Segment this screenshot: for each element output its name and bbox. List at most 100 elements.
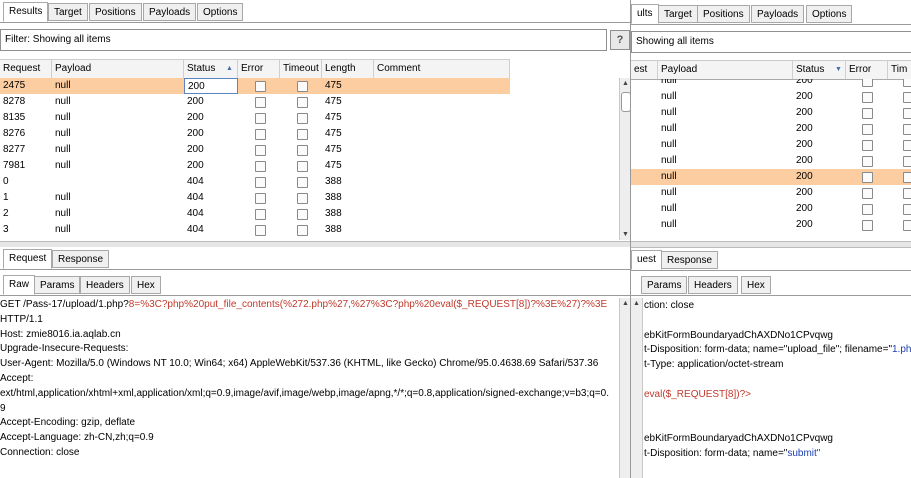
tab-payloads[interactable]: Payloads: [143, 3, 197, 21]
right-tab-params[interactable]: Params: [641, 276, 688, 294]
column-comment[interactable]: Comment: [374, 60, 510, 78]
column-status[interactable]: Status ▲: [184, 60, 238, 78]
timeout-checkbox[interactable]: [297, 97, 308, 108]
error-checkbox[interactable]: [862, 156, 873, 167]
tab-positions[interactable]: Positions: [89, 3, 142, 21]
error-checkbox[interactable]: [255, 129, 266, 140]
timeout-checkbox[interactable]: [297, 161, 308, 172]
timeout-checkbox[interactable]: [297, 225, 308, 236]
error-checkbox[interactable]: [255, 225, 266, 236]
timeout-checkbox[interactable]: [903, 124, 911, 135]
table-row[interactable]: 7981 null 200 475: [0, 158, 510, 174]
tab-hex[interactable]: Hex: [131, 276, 161, 294]
error-checkbox[interactable]: [862, 220, 873, 231]
error-checkbox[interactable]: [862, 172, 873, 183]
request-scrollbar[interactable]: ▲: [619, 298, 630, 478]
table-row[interactable]: null 200: [631, 217, 911, 233]
right-filter-bar[interactable]: Showing all items: [631, 31, 911, 53]
tab-raw[interactable]: Raw: [3, 275, 36, 295]
error-checkbox[interactable]: [862, 124, 873, 135]
error-checkbox[interactable]: [862, 188, 873, 199]
tab-headers[interactable]: Headers: [80, 276, 130, 294]
right-tab-results[interactable]: ults: [631, 4, 659, 24]
error-checkbox[interactable]: [255, 113, 266, 124]
right-column-payload[interactable]: Payload: [658, 61, 793, 79]
timeout-checkbox[interactable]: [903, 220, 911, 231]
timeout-checkbox[interactable]: [297, 193, 308, 204]
timeout-checkbox[interactable]: [297, 113, 308, 124]
right-request-scrollbar[interactable]: ▲: [631, 298, 643, 478]
tab-options[interactable]: Options: [197, 3, 244, 21]
right-tab-options[interactable]: Options: [806, 5, 853, 23]
table-row[interactable]: 2475 null 200 475: [0, 78, 510, 94]
error-checkbox[interactable]: [862, 140, 873, 151]
filter-bar[interactable]: Filter: Showing all items: [0, 29, 607, 51]
scroll-down-icon[interactable]: ▼: [620, 229, 630, 240]
error-checkbox[interactable]: [255, 161, 266, 172]
timeout-checkbox[interactable]: [903, 79, 911, 87]
scroll-thumb[interactable]: [621, 92, 630, 112]
column-length[interactable]: Length: [322, 60, 374, 78]
scroll-up-icon[interactable]: ▲: [620, 78, 630, 89]
error-checkbox[interactable]: [862, 204, 873, 215]
error-checkbox[interactable]: [255, 209, 266, 220]
timeout-checkbox[interactable]: [297, 177, 308, 188]
table-row[interactable]: null 200: [631, 169, 911, 185]
table-row[interactable]: 1 null 404 388: [0, 190, 510, 206]
right-tab-hex[interactable]: Hex: [741, 276, 771, 294]
table-row[interactable]: null 200: [631, 185, 911, 201]
tab-request[interactable]: Request: [3, 249, 53, 269]
right-split-divider[interactable]: [631, 241, 911, 248]
right-tab-request[interactable]: uest: [631, 250, 662, 270]
timeout-checkbox[interactable]: [903, 188, 911, 199]
table-row[interactable]: null 200: [631, 153, 911, 169]
right-tab-headers[interactable]: Headers: [688, 276, 738, 294]
table-row[interactable]: 3 null 404 388: [0, 222, 510, 238]
timeout-checkbox[interactable]: [903, 172, 911, 183]
raw-request-editor[interactable]: GET /Pass-17/upload/1.php?8=%3C?php%20pu…: [0, 298, 620, 478]
right-column-error[interactable]: Error: [846, 61, 888, 79]
right-request-scroll-up-icon[interactable]: ▲: [631, 298, 642, 309]
right-tab-payloads[interactable]: Payloads: [751, 5, 805, 23]
error-checkbox[interactable]: [862, 92, 873, 103]
timeout-checkbox[interactable]: [903, 204, 911, 215]
timeout-checkbox[interactable]: [903, 92, 911, 103]
tab-params[interactable]: Params: [34, 276, 81, 294]
help-button[interactable]: ?: [610, 30, 630, 50]
right-tab-positions[interactable]: Positions: [697, 5, 750, 23]
error-checkbox[interactable]: [255, 145, 266, 156]
tab-results[interactable]: Results: [3, 2, 49, 22]
right-raw-request-editor[interactable]: ction: close​​ebKitFormBoundaryadChAXDNo…: [644, 299, 911, 478]
error-checkbox[interactable]: [255, 193, 266, 204]
timeout-checkbox[interactable]: [903, 140, 911, 151]
timeout-checkbox[interactable]: [903, 108, 911, 119]
table-row[interactable]: 8135 null 200 475: [0, 110, 510, 126]
timeout-checkbox[interactable]: [297, 145, 308, 156]
timeout-checkbox[interactable]: [297, 81, 308, 92]
column-error[interactable]: Error: [238, 60, 280, 78]
table-row[interactable]: 8276 null 200 475: [0, 126, 510, 142]
column-request[interactable]: Request: [0, 60, 52, 78]
right-column-status[interactable]: Status ▼: [793, 61, 846, 79]
tab-response[interactable]: Response: [52, 250, 110, 268]
right-column-request[interactable]: est: [631, 61, 658, 79]
results-scrollbar[interactable]: ▲ ▼: [619, 78, 630, 240]
timeout-checkbox[interactable]: [297, 209, 308, 220]
table-row[interactable]: null 200: [631, 121, 911, 137]
right-tab-response[interactable]: Response: [661, 251, 719, 269]
timeout-checkbox[interactable]: [297, 129, 308, 140]
error-checkbox[interactable]: [862, 108, 873, 119]
error-checkbox[interactable]: [255, 81, 266, 92]
column-payload[interactable]: Payload: [52, 60, 184, 78]
request-scroll-up-icon[interactable]: ▲: [620, 298, 630, 309]
tab-target[interactable]: Target: [48, 3, 88, 21]
table-row[interactable]: null 200: [631, 105, 911, 121]
timeout-checkbox[interactable]: [903, 156, 911, 167]
table-row[interactable]: null 200: [631, 79, 911, 89]
table-row[interactable]: 0 404 388: [0, 174, 510, 190]
table-row[interactable]: 8277 null 200 475: [0, 142, 510, 158]
right-column-timeout[interactable]: Tim: [888, 61, 911, 79]
error-checkbox[interactable]: [862, 79, 873, 87]
table-row[interactable]: null 200: [631, 201, 911, 217]
table-row[interactable]: 8278 null 200 475: [0, 94, 510, 110]
